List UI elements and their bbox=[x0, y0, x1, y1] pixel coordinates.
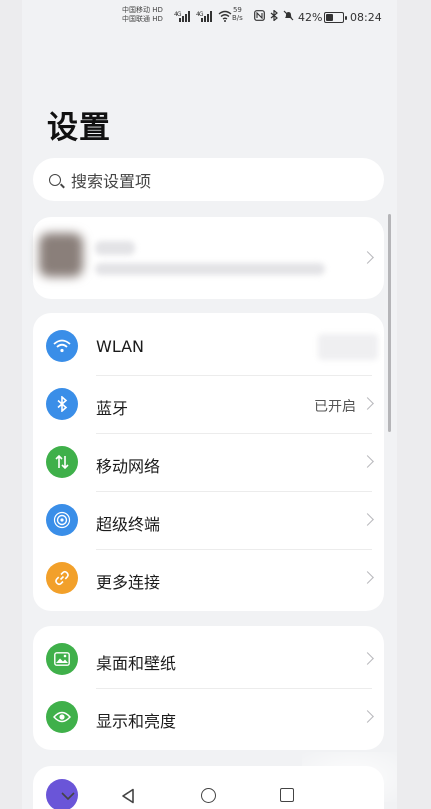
recents-icon[interactable] bbox=[280, 788, 294, 802]
settings-item-label: 蓝牙 bbox=[96, 399, 129, 418]
wallpaper-icon bbox=[46, 643, 78, 675]
back-icon[interactable] bbox=[120, 788, 136, 804]
bluetooth-icon bbox=[270, 9, 284, 24]
settings-screen: 中国移动 HD 中国联通 HD 4G 4G 59 B/s 42% 08:24 设… bbox=[22, 0, 397, 809]
wifi-icon bbox=[218, 10, 232, 25]
account-card[interactable] bbox=[33, 217, 384, 299]
settings-item-label: 移动网络 bbox=[96, 457, 161, 476]
carrier-2-name: 中国联通 bbox=[122, 15, 150, 23]
signal-icon: 4G bbox=[196, 10, 216, 25]
signal-icon: 4G bbox=[174, 10, 194, 25]
svg-text:4G: 4G bbox=[174, 11, 182, 18]
connectivity-card: WLAN 蓝牙 已开启 移动网络 超级终端 更多连接 bbox=[33, 313, 384, 611]
mobile-data-icon bbox=[46, 446, 78, 478]
account-name-blurred bbox=[95, 241, 135, 255]
settings-item-label: 更多连接 bbox=[96, 573, 161, 592]
settings-item-mobile-network[interactable]: 移动网络 bbox=[33, 433, 384, 491]
search-placeholder: 搜索设置项 bbox=[71, 171, 152, 191]
net-speed: 59 B/s bbox=[232, 6, 243, 22]
avatar bbox=[39, 233, 83, 277]
settings-item-super-device[interactable]: 超级终端 bbox=[33, 491, 384, 549]
display-card: 桌面和壁纸 显示和亮度 bbox=[33, 626, 384, 750]
chevron-right-icon bbox=[361, 652, 374, 665]
bluetooth-icon bbox=[46, 388, 78, 420]
bluetooth-status: 已开启 bbox=[314, 399, 356, 415]
battery-percent: 42% bbox=[298, 11, 323, 24]
link-icon bbox=[46, 562, 78, 594]
status-time: 08:24 bbox=[350, 11, 382, 24]
collapse-icon[interactable] bbox=[60, 788, 76, 804]
status-icons bbox=[254, 9, 294, 24]
svg-text:4G: 4G bbox=[196, 11, 204, 18]
home-icon[interactable] bbox=[201, 788, 216, 803]
mute-icon bbox=[283, 10, 294, 24]
nfc-icon bbox=[254, 10, 270, 24]
settings-item-bluetooth[interactable]: 蓝牙 已开启 bbox=[33, 375, 384, 433]
chevron-right-icon bbox=[361, 397, 374, 410]
net-speed-unit: B/s bbox=[232, 14, 243, 22]
eye-icon bbox=[46, 701, 78, 733]
carrier-1-badge: HD bbox=[152, 6, 163, 14]
search-bar[interactable]: 搜索设置项 bbox=[33, 158, 384, 201]
settings-item-more-connections[interactable]: 更多连接 bbox=[33, 549, 384, 607]
super-device-icon bbox=[46, 504, 78, 536]
battery-fill bbox=[326, 14, 333, 21]
net-speed-value: 59 bbox=[232, 6, 242, 14]
search-icon bbox=[49, 173, 61, 186]
scrollbar[interactable] bbox=[388, 214, 391, 432]
settings-item-wlan[interactable]: WLAN bbox=[33, 317, 384, 375]
wlan-network-blurred bbox=[318, 334, 378, 360]
chevron-right-icon bbox=[361, 251, 374, 264]
settings-item-label: 桌面和壁纸 bbox=[96, 654, 177, 673]
settings-item-label: 显示和亮度 bbox=[96, 712, 177, 731]
chevron-right-icon bbox=[361, 710, 374, 723]
carrier-2-badge: HD bbox=[152, 15, 163, 23]
right-backdrop bbox=[397, 0, 431, 809]
battery-icon bbox=[324, 12, 347, 23]
carrier-1-name: 中国移动 bbox=[122, 6, 150, 14]
settings-item-display[interactable]: 显示和亮度 bbox=[33, 688, 384, 746]
settings-item-label: WLAN bbox=[96, 337, 145, 356]
chevron-right-icon bbox=[361, 513, 374, 526]
carrier-info: 中国移动 HD 中国联通 HD bbox=[122, 6, 163, 24]
settings-item-wallpaper[interactable]: 桌面和壁纸 bbox=[33, 630, 384, 688]
watermark bbox=[302, 752, 397, 802]
chevron-right-icon bbox=[361, 455, 374, 468]
status-bar: 中国移动 HD 中国联通 HD 4G 4G 59 B/s 42% 08:24 bbox=[22, 0, 397, 34]
settings-item-label: 超级终端 bbox=[96, 515, 161, 534]
wifi-icon bbox=[46, 330, 78, 362]
chevron-right-icon bbox=[361, 571, 374, 584]
page-title: 设置 bbox=[47, 110, 111, 146]
left-backdrop bbox=[0, 0, 22, 809]
account-info-blurred bbox=[95, 263, 325, 275]
